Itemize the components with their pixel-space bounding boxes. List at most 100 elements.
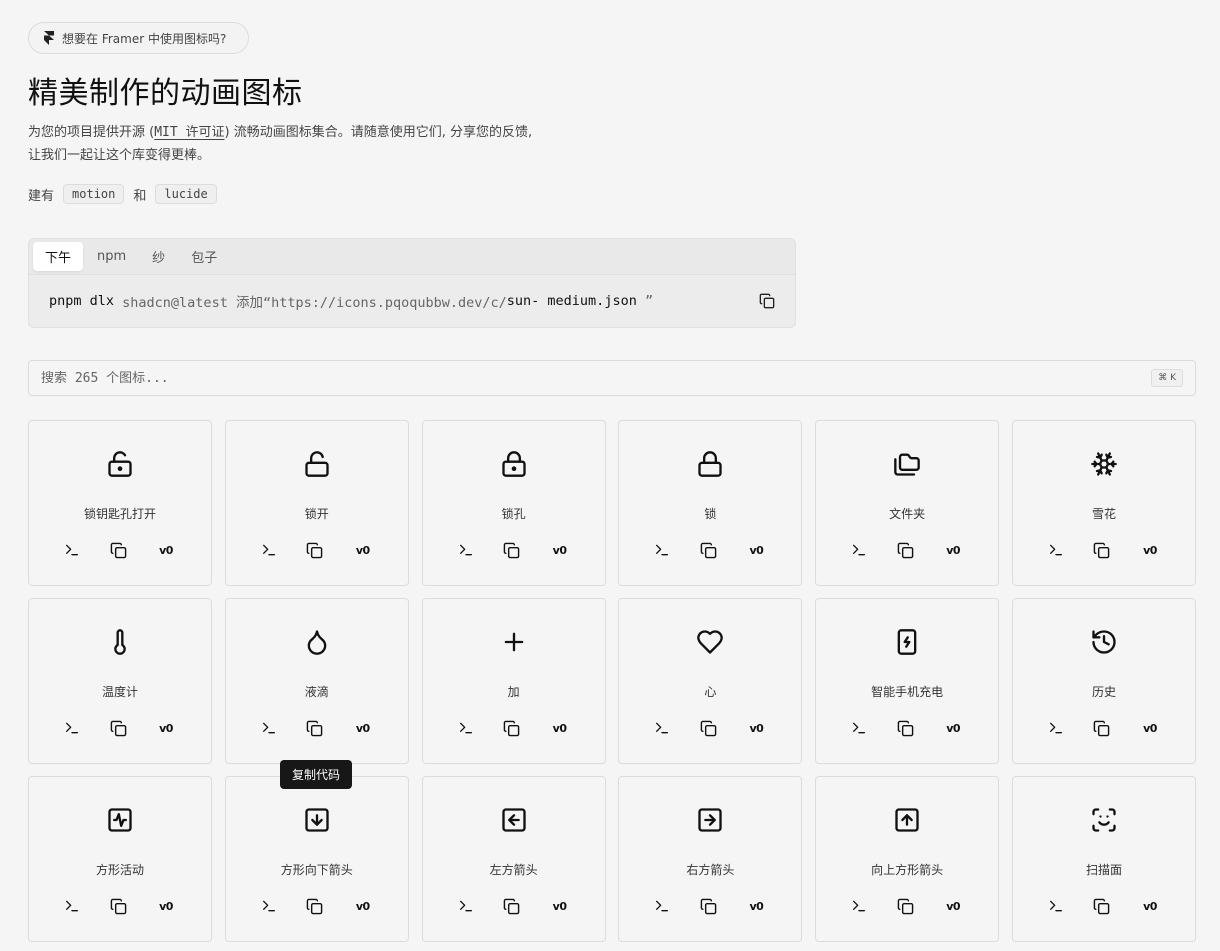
lucide-tag-link[interactable]: lucide <box>155 184 217 204</box>
copy-cli-command-button[interactable] <box>457 719 475 737</box>
icon-card[interactable]: 液滴 v0 <box>224 598 409 764</box>
open-in-v0-button[interactable]: v0 <box>352 541 374 559</box>
open-in-v0-button[interactable]: v0 <box>1139 541 1161 559</box>
copy-cli-command-button[interactable] <box>260 719 278 737</box>
copy-code-button[interactable] <box>896 541 914 559</box>
copy-cli-command-button[interactable] <box>653 719 671 737</box>
lock-keyhole-icon <box>500 450 528 478</box>
copy-cli-command-button[interactable] <box>850 541 868 559</box>
open-in-v0-button[interactable]: v0 <box>745 541 767 559</box>
copy-code-button[interactable] <box>503 897 521 915</box>
copy-cli-command-button[interactable] <box>260 541 278 559</box>
icon-card[interactable]: 锁 v0 <box>618 420 803 586</box>
card-actions: v0 <box>423 719 605 737</box>
copy-code-button[interactable] <box>306 719 324 737</box>
search-input[interactable] <box>41 370 1152 386</box>
copy-cli-command-button[interactable] <box>63 719 81 737</box>
card-actions: v0 <box>423 897 605 915</box>
terminal-icon <box>656 722 669 734</box>
copy-code-button[interactable] <box>1093 719 1111 737</box>
icon-card[interactable]: 方形向下箭头 v0 <box>224 776 409 942</box>
icon-card[interactable]: 雪花 v0 <box>1011 420 1196 586</box>
open-in-v0-button[interactable]: v0 <box>352 719 374 737</box>
copy-code-button[interactable] <box>109 897 127 915</box>
open-in-v0-button[interactable]: v0 <box>549 719 571 737</box>
open-in-v0-button[interactable]: v0 <box>155 897 177 915</box>
tab-npm[interactable]: npm <box>85 244 138 269</box>
icon-card[interactable]: 方形活动 v0 <box>28 776 212 942</box>
copy-code-button[interactable] <box>503 541 521 559</box>
copy-icon <box>503 898 520 914</box>
open-in-v0-button[interactable]: v0 <box>352 897 374 915</box>
icon-card[interactable]: 历史 v0 <box>1011 598 1196 764</box>
copy-icon <box>897 720 913 736</box>
icon-name: 右方箭头 <box>686 863 735 877</box>
icon-card[interactable]: 扫描面 v0 <box>1011 776 1196 942</box>
open-in-v0-button[interactable]: v0 <box>942 897 964 915</box>
copy-code-button[interactable] <box>699 541 717 559</box>
copy-code-button[interactable] <box>896 719 914 737</box>
tab-pnpm[interactable]: 下午 <box>33 242 84 271</box>
open-in-v0-button[interactable]: v0 <box>745 719 767 737</box>
tab-bun[interactable]: 包子 <box>179 242 229 271</box>
copy-cli-command-button[interactable] <box>850 719 868 737</box>
copy-cli-command-button[interactable] <box>1047 897 1065 915</box>
open-in-v0-button[interactable]: v0 <box>1139 719 1161 737</box>
copy-cli-command-button[interactable] <box>1047 719 1065 737</box>
icon-card[interactable]: 锁开 v0 <box>224 420 409 586</box>
icon-card[interactable]: 加 v0 <box>421 598 606 764</box>
open-in-v0-button[interactable]: v0 <box>745 897 767 915</box>
terminal-icon <box>66 900 78 912</box>
copy-cli-command-button[interactable] <box>1047 541 1065 559</box>
icon-card[interactable]: 心 v0 <box>618 598 803 764</box>
open-in-v0-button[interactable]: v0 <box>549 541 571 559</box>
open-in-v0-button[interactable]: v0 <box>155 719 177 737</box>
terminal-icon <box>1049 722 1062 734</box>
lock-open-icon <box>303 450 331 478</box>
copy-code-button[interactable] <box>109 719 127 737</box>
tab-yarn[interactable]: 纱 <box>140 242 177 271</box>
open-in-v0-button[interactable]: v0 <box>1139 897 1161 915</box>
motion-tag-link[interactable]: motion <box>63 184 125 204</box>
copy-command-button[interactable] <box>759 293 775 313</box>
open-in-v0-button[interactable]: v0 <box>549 897 571 915</box>
copy-cli-command-button[interactable] <box>63 541 81 559</box>
icon-card[interactable]: 右方箭头 v0 <box>618 776 803 942</box>
framer-banner-link[interactable]: 想要在 Framer 中使用图标吗? <box>28 22 250 54</box>
icon-card[interactable]: 向上方形箭头 v0 <box>815 776 1000 942</box>
mit-license-link[interactable]: MIT 许可证 <box>154 125 224 140</box>
copy-code-button[interactable] <box>503 719 521 737</box>
copy-code-button[interactable] <box>699 719 717 737</box>
copy-code-button[interactable] <box>1093 897 1111 915</box>
open-in-v0-button[interactable]: v0 <box>942 719 964 737</box>
icon-card[interactable]: 温度计 v0 <box>28 598 212 764</box>
icon-card[interactable]: 左方箭头 v0 <box>421 776 606 942</box>
copy-code-button[interactable] <box>1093 541 1111 559</box>
terminal-icon <box>66 722 78 734</box>
install-command: pnpm dlx shadcn@latest 添加“https://icons.… <box>29 275 795 327</box>
icon-name: 温度计 <box>101 685 138 699</box>
icon-card[interactable]: 文件夹 v0 <box>815 420 1000 586</box>
icon-card[interactable]: 锁孔 v0 <box>421 420 606 586</box>
icon-card[interactable]: 智能手机充电 v0 <box>815 598 1000 764</box>
copy-code-button[interactable] <box>699 897 717 915</box>
square-arrow-left-icon <box>500 806 528 834</box>
copy-cli-command-button[interactable] <box>457 897 475 915</box>
copy-cli-command-button[interactable] <box>653 541 671 559</box>
card-actions: v0 <box>29 719 211 737</box>
icon-card[interactable]: 锁钥匙孔打开 v0 <box>28 420 212 586</box>
copy-cli-command-button[interactable] <box>850 897 868 915</box>
copy-cli-command-button[interactable] <box>63 897 81 915</box>
copy-cli-command-button[interactable] <box>457 541 475 559</box>
copy-code-button[interactable] <box>306 897 324 915</box>
copy-code-button[interactable] <box>306 541 324 559</box>
framer-icon <box>43 31 55 45</box>
icon-name: 心 <box>704 685 717 699</box>
copy-code-button[interactable] <box>896 897 914 915</box>
card-actions: v0 <box>423 541 605 559</box>
copy-code-button[interactable] <box>109 541 127 559</box>
copy-cli-command-button[interactable] <box>653 897 671 915</box>
copy-cli-command-button[interactable] <box>260 897 278 915</box>
open-in-v0-button[interactable]: v0 <box>155 541 177 559</box>
open-in-v0-button[interactable]: v0 <box>942 541 964 559</box>
